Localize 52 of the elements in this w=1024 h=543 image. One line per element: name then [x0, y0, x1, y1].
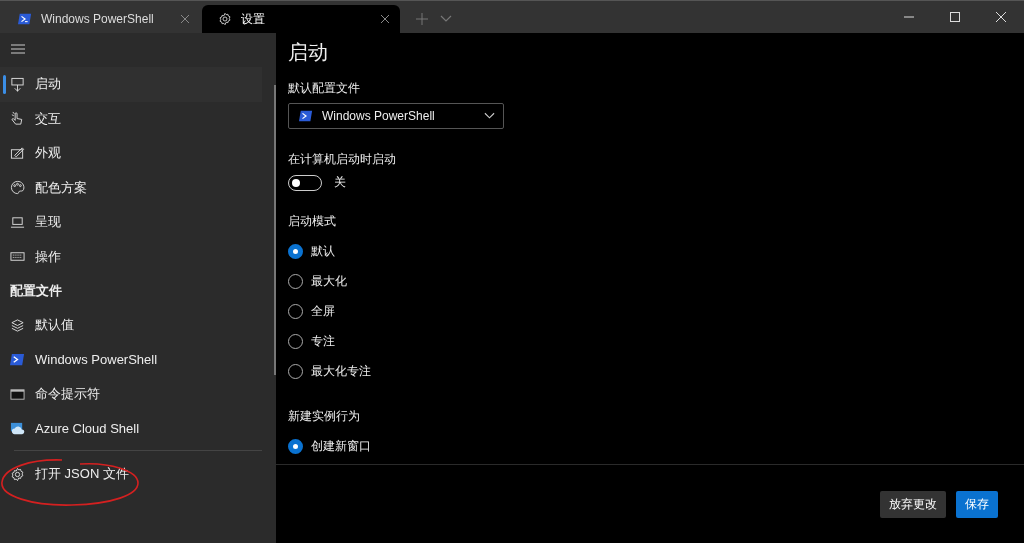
radio-button[interactable] [288, 438, 303, 454]
menu-icon[interactable] [11, 44, 25, 54]
sidebar-item[interactable]: 外观 [0, 136, 262, 171]
cmd-icon [10, 386, 25, 402]
radio-option[interactable]: 创建新窗口 [288, 431, 1012, 461]
interaction-icon [10, 111, 25, 127]
radio-option[interactable]: 专注 [288, 326, 1012, 356]
close-icon[interactable] [380, 14, 390, 24]
palette-icon [10, 180, 25, 196]
tab-label: 设置 [241, 10, 266, 28]
radio-option[interactable]: 最大化专注 [288, 356, 1012, 386]
radio-option[interactable]: 最大化 [288, 266, 1012, 296]
layers-icon [10, 317, 25, 333]
maximize-icon[interactable] [949, 11, 961, 23]
sidebar-item[interactable]: 默认值 [0, 308, 262, 343]
section-header: 配置文件 [9, 282, 63, 300]
sidebar-item[interactable]: 启动 [0, 67, 262, 102]
radio-option[interactable]: 全屏 [288, 296, 1012, 326]
radio-button[interactable] [288, 243, 303, 259]
settings-icon [218, 12, 232, 26]
open-json-link[interactable]: 打开 JSON 文件 [0, 457, 136, 492]
profile-dropdown[interactable]: Windows PowerShell [288, 103, 504, 129]
sidebar-item[interactable]: 命令提示符 [0, 377, 262, 412]
rendering-icon [10, 214, 25, 230]
chevron-down-icon [484, 112, 495, 120]
sidebar-item[interactable]: Azure Cloud Shell [0, 411, 262, 446]
sidebar-item[interactable]: 操作 [0, 239, 262, 274]
field-label: 在计算机启动时启动 [288, 151, 397, 168]
field-label: 默认配置文件 [288, 80, 361, 97]
toggle-state: 关 [334, 174, 346, 191]
dropdown-icon[interactable] [440, 15, 452, 23]
discard-button[interactable]: 放弃更改 [880, 490, 946, 518]
save-button[interactable]: 保存 [956, 490, 998, 518]
sidebar-item[interactable]: Windows PowerShell [0, 342, 262, 377]
sidebar-item[interactable]: 交互 [0, 101, 262, 136]
scrollbar[interactable] [274, 85, 276, 375]
appearance-icon [10, 145, 25, 161]
field-label: 启动模式 [288, 213, 337, 230]
radio-option[interactable]: 默认 [288, 236, 1012, 266]
powershell-icon [18, 12, 32, 26]
field-label: 新建实例行为 [288, 408, 361, 425]
launch-icon [10, 76, 25, 92]
powershell-icon [10, 352, 25, 368]
settings-icon [10, 466, 25, 482]
tab[interactable]: Windows PowerShell [2, 5, 200, 33]
powershell-icon [299, 109, 313, 123]
tab[interactable]: 设置 [202, 5, 400, 33]
tab-label: Windows PowerShell [41, 12, 155, 26]
page-title: 启动 [288, 40, 329, 65]
azure-icon [10, 421, 25, 437]
sidebar-item[interactable]: 配色方案 [0, 170, 262, 205]
sidebar-item[interactable]: 呈现 [0, 205, 262, 240]
